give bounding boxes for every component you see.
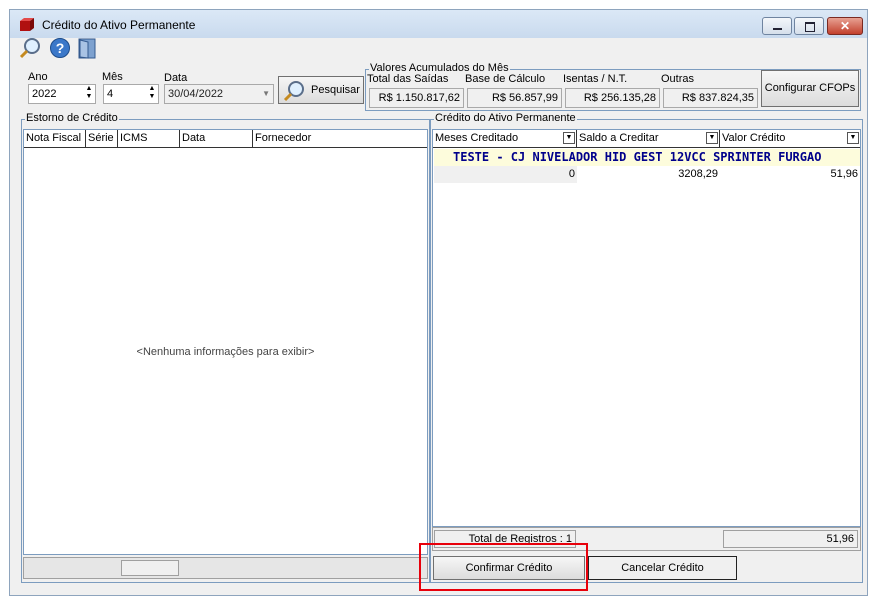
isentas-label: Isentas / N.T. (563, 73, 628, 85)
col-valor-label: Valor Crédito (722, 132, 786, 144)
mes-label: Mês (102, 71, 123, 83)
close-button[interactable]: ✕ (827, 17, 863, 35)
filter-dropdown-icon[interactable]: ▼ (847, 132, 859, 144)
maximize-icon (805, 22, 815, 32)
help-icon[interactable]: ? (49, 37, 71, 59)
outras-label: Outras (661, 73, 695, 85)
estorno-footer (23, 557, 428, 579)
col-meses-label: Meses Creditado (435, 132, 519, 144)
search-button-label: Pesquisar (311, 84, 360, 96)
spin-down-icon: ▼ (85, 93, 93, 100)
col-saldo-a-creditar[interactable]: Saldo a Creditar ▼ (577, 130, 720, 148)
col-meses-creditado[interactable]: Meses Creditado ▼ (433, 130, 577, 148)
isentas-value: R$ 256.135,28 (565, 88, 660, 108)
col-nota-fiscal[interactable]: Nota Fiscal (24, 130, 86, 148)
mes-value: 4 (107, 88, 114, 100)
empty-message: <Nenhuma informações para exibir> (136, 346, 315, 358)
chevron-down-icon: ▼ (262, 89, 270, 98)
ano-value: 2022 (32, 88, 57, 100)
exit-door-icon[interactable] (76, 37, 98, 59)
filter-dropdown-icon[interactable]: ▼ (563, 132, 575, 144)
col-saldo-label: Saldo a Creditar (579, 132, 659, 144)
spin-up-icon: ▲ (85, 85, 93, 92)
col-icms[interactable]: ICMS (118, 130, 180, 148)
cell-saldo: 3208,29 (678, 168, 718, 180)
magnifier-icon (283, 81, 304, 102)
total-saidas-value: R$ 1.150.817,62 (369, 88, 464, 108)
estorno-grid[interactable]: Nota Fiscal Série ICMS Data Fornecedor <… (23, 129, 428, 555)
col-valor-credito[interactable]: Valor Crédito ▼ (720, 130, 860, 148)
search-tool-icon[interactable] (19, 37, 41, 59)
spin-up-icon: ▲ (148, 85, 156, 92)
data-value: 30/04/2022 (168, 88, 224, 100)
cancelar-credito-button[interactable]: Cancelar Crédito (588, 556, 737, 580)
window-title: Crédito do Ativo Permanente (42, 18, 196, 32)
col-serie[interactable]: Série (86, 130, 118, 148)
svg-text:?: ? (56, 40, 65, 56)
base-calculo-label: Base de Cálculo (465, 73, 546, 85)
credito-grid[interactable]: Meses Creditado ▼ Saldo a Creditar ▼ Valor… (432, 129, 861, 527)
col-fornecedor[interactable]: Fornecedor (253, 130, 427, 148)
configurar-cfops-button[interactable]: Configurar CFOPs (761, 70, 859, 107)
spin-down-icon: ▼ (148, 93, 156, 100)
data-select[interactable]: 30/04/2022 ▼ (164, 84, 274, 104)
cell-meses: 0 (434, 166, 577, 183)
highlight-box (419, 543, 588, 591)
total-saidas-label: Total das Saídas (367, 73, 449, 85)
estorno-group-title: Estorno de Crédito (25, 112, 119, 124)
cell-valor: 51,96 (830, 168, 858, 180)
main-window: Crédito do Ativo Permanente ✕ ? Ano 2022… (9, 9, 868, 596)
title-bar: Crédito do Ativo Permanente ✕ (10, 10, 867, 38)
outras-value: R$ 837.824,35 (663, 88, 758, 108)
search-button[interactable]: Pesquisar (278, 76, 364, 104)
app-icon (20, 18, 34, 31)
col-data[interactable]: Data (180, 130, 253, 148)
minimize-icon (773, 28, 782, 30)
filter-dropdown-icon[interactable]: ▼ (706, 132, 718, 144)
group-row[interactable]: TESTE - CJ NIVELADOR HID GEST 12VCC SPRI… (434, 149, 860, 166)
ano-input[interactable]: 2022 ▲ ▼ (28, 84, 96, 104)
mes-spinner[interactable]: ▲ ▼ (146, 85, 158, 103)
credito-group-title: Crédito do Ativo Permanente (434, 112, 577, 124)
total-valor: 51,96 (723, 530, 858, 548)
mes-input[interactable]: 4 ▲ ▼ (103, 84, 159, 104)
minimize-button[interactable] (762, 17, 792, 35)
table-row[interactable]: 0 3208,29 51,96 (434, 166, 860, 184)
base-calculo-value: R$ 56.857,99 (467, 88, 562, 108)
estorno-footer-total (121, 560, 179, 576)
data-label: Data (164, 72, 188, 84)
close-icon: ✕ (839, 19, 851, 33)
maximize-button[interactable] (794, 17, 824, 35)
ano-spinner[interactable]: ▲ ▼ (83, 85, 95, 103)
ano-label: Ano (28, 71, 48, 83)
